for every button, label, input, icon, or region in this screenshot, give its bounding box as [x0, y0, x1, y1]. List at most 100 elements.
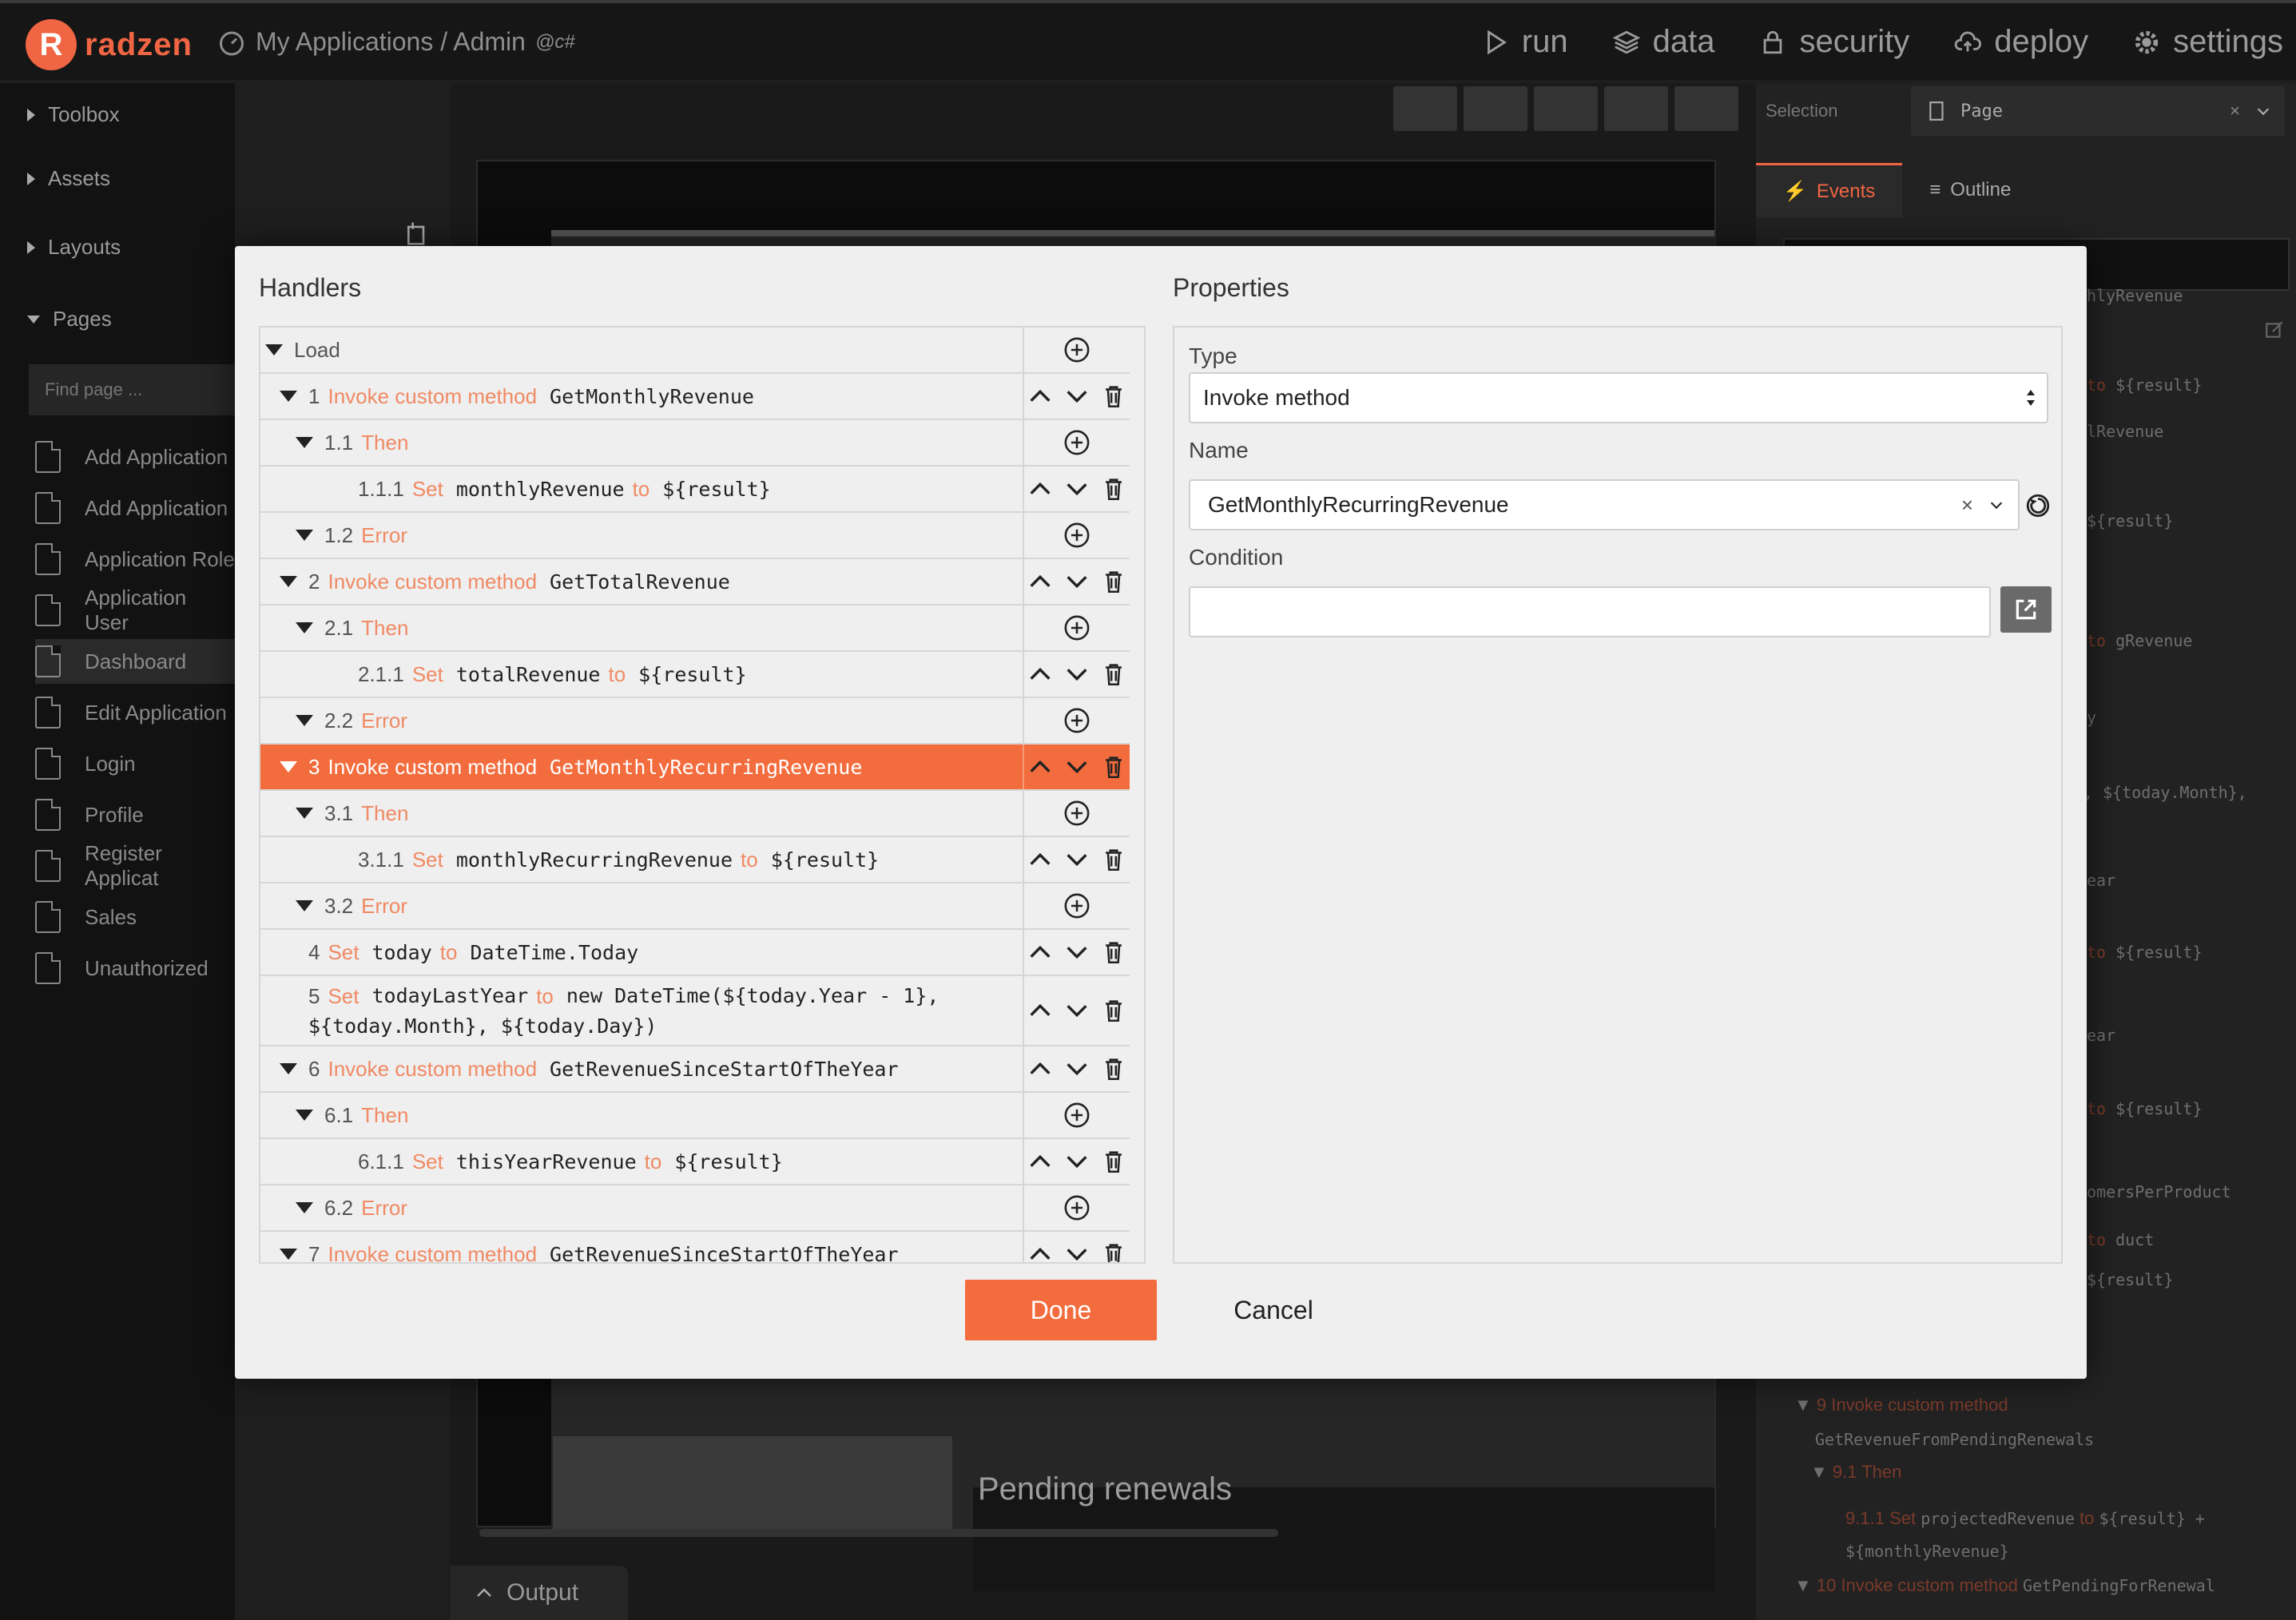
handler-row[interactable]: 2 Invoke custom method GetTotalRevenue	[260, 559, 1130, 606]
sidebar-page-item[interactable]: Register Applicat	[35, 841, 235, 890]
add-circle-icon[interactable]	[1063, 336, 1090, 363]
chevron-down-icon[interactable]	[1988, 496, 2005, 514]
add-layout-icon[interactable]	[404, 220, 430, 246]
add-circle-icon[interactable]	[1063, 800, 1090, 827]
trash-icon[interactable]	[1100, 383, 1127, 410]
collapse-icon[interactable]	[296, 1202, 313, 1213]
handler-row[interactable]: 6 Invoke custom method GetRevenueSinceStar…	[260, 1046, 1130, 1093]
nav-security[interactable]: security	[1759, 24, 1909, 60]
event-item-10[interactable]: ▼ 10 Invoke custom method GetPendingForR…	[1794, 1575, 2215, 1596]
move-down-icon[interactable]	[1063, 1055, 1090, 1082]
handler-row[interactable]: 3.1.1 Set monthlyRecurringRevenue to ${resul…	[260, 837, 1130, 883]
handler-row[interactable]: 1.1 Then	[260, 420, 1130, 467]
device-tablet-button[interactable]	[1534, 86, 1598, 131]
move-down-icon[interactable]	[1063, 475, 1090, 502]
device-laptop-button[interactable]	[1604, 86, 1668, 131]
event-item-9-1[interactable]: ▼ 9.1 Then	[1810, 1462, 1901, 1483]
edit-icon[interactable]	[2264, 320, 2285, 340]
selection-dropdown[interactable]: Page ×	[1911, 86, 2285, 136]
sidebar-page-item[interactable]: Unauthorized	[35, 946, 235, 991]
move-up-icon[interactable]	[1027, 383, 1054, 410]
add-circle-icon[interactable]	[1063, 707, 1090, 734]
collapse-icon[interactable]	[296, 1110, 313, 1121]
collapse-icon[interactable]	[265, 344, 283, 355]
sidebar-page-item[interactable]: Add Application	[35, 486, 235, 530]
move-up-icon[interactable]	[1027, 1055, 1054, 1082]
collapse-icon[interactable]	[280, 1249, 297, 1260]
type-select[interactable]: Invoke method	[1189, 372, 2048, 423]
handler-row[interactable]: 1.1.1 Set monthlyRevenue to ${result}	[260, 467, 1130, 513]
handler-row[interactable]: 1.2 Error	[260, 513, 1130, 559]
move-down-icon[interactable]	[1063, 846, 1090, 873]
trash-icon[interactable]	[1100, 475, 1127, 502]
move-up-icon[interactable]	[1027, 939, 1054, 966]
move-down-icon[interactable]	[1063, 661, 1090, 688]
collapse-icon[interactable]	[280, 761, 297, 772]
handler-row[interactable]: 1 Invoke custom method GetMonthlyRevenue	[260, 374, 1130, 420]
collapse-icon[interactable]	[280, 576, 297, 587]
chevron-down-icon[interactable]	[2254, 102, 2272, 120]
add-circle-icon[interactable]	[1063, 892, 1090, 919]
handler-row[interactable]: Load	[260, 328, 1130, 374]
trash-icon[interactable]	[1100, 997, 1127, 1024]
handler-row[interactable]: 6.2 Error	[260, 1185, 1130, 1232]
collapse-icon[interactable]	[296, 715, 313, 726]
trash-icon[interactable]	[1100, 1241, 1127, 1264]
add-circle-icon[interactable]	[1063, 614, 1090, 641]
add-circle-icon[interactable]	[1063, 522, 1090, 549]
move-down-icon[interactable]	[1063, 1148, 1090, 1175]
sidebar-section-pages[interactable]: Pages	[27, 307, 112, 332]
move-down-icon[interactable]	[1063, 997, 1090, 1024]
nav-deploy[interactable]: deploy	[1954, 24, 2088, 60]
move-up-icon[interactable]	[1027, 1241, 1054, 1264]
tab-events[interactable]: ⚡ Events	[1756, 163, 1903, 217]
move-down-icon[interactable]	[1063, 568, 1090, 595]
radzen-logo[interactable]: R radzen	[26, 19, 193, 70]
handler-row[interactable]: 6.1 Then	[260, 1093, 1130, 1139]
add-circle-icon[interactable]	[1063, 1194, 1090, 1221]
nav-run[interactable]: run	[1482, 24, 1568, 60]
trash-icon[interactable]	[1100, 939, 1127, 966]
collapse-icon[interactable]	[296, 808, 313, 819]
trash-icon[interactable]	[1100, 753, 1127, 780]
clear-icon[interactable]: ×	[1961, 493, 1973, 518]
nav-settings[interactable]: settings	[2133, 24, 2283, 60]
open-expression-button[interactable]	[2000, 586, 2052, 633]
device-phone-button[interactable]	[1393, 86, 1457, 131]
handler-row[interactable]: 2.1 Then	[260, 606, 1130, 652]
sidebar-page-item[interactable]: Add Application	[35, 435, 235, 479]
move-up-icon[interactable]	[1027, 475, 1054, 502]
sidebar-page-item[interactable]: Edit Application	[35, 690, 235, 735]
output-tab[interactable]: Output	[451, 1566, 628, 1620]
clear-icon[interactable]: ×	[2230, 101, 2240, 121]
event-item-9[interactable]: ▼ 9 Invoke custom method	[1794, 1395, 2008, 1416]
find-page-input[interactable]	[29, 364, 244, 415]
move-up-icon[interactable]	[1027, 753, 1054, 780]
move-up-icon[interactable]	[1027, 661, 1054, 688]
handler-row[interactable]: 3.2 Error	[260, 883, 1130, 930]
event-item-9-1-1[interactable]: 9.1.1 Set projectedRevenue to ${result} …	[1845, 1508, 2205, 1529]
cancel-button[interactable]: Cancel	[1178, 1280, 1369, 1340]
sidebar-page-item[interactable]: Dashboard	[35, 639, 236, 684]
name-dropdown[interactable]: GetMonthlyRecurringRevenue ×	[1189, 479, 2020, 530]
move-up-icon[interactable]	[1027, 846, 1054, 873]
move-up-icon[interactable]	[1027, 568, 1054, 595]
condition-input[interactable]	[1189, 586, 1991, 637]
collapse-icon[interactable]	[296, 437, 313, 448]
collapse-icon[interactable]	[280, 1063, 297, 1074]
device-phone-landscape-button[interactable]	[1464, 86, 1527, 131]
move-down-icon[interactable]	[1063, 1241, 1090, 1264]
sidebar-page-item[interactable]: Application User	[35, 586, 235, 634]
done-button[interactable]: Done	[965, 1280, 1157, 1340]
sidebar-page-item[interactable]: Sales	[35, 895, 235, 939]
move-down-icon[interactable]	[1063, 939, 1090, 966]
handler-row[interactable]: 3 Invoke custom method GetMonthlyRecurring…	[260, 744, 1130, 791]
sidebar-page-item[interactable]: Profile	[35, 792, 235, 837]
canvas-horizontal-scrollbar[interactable]	[479, 1529, 1278, 1537]
breadcrumb[interactable]: My Applications / Admin @c#	[217, 27, 575, 57]
handler-row[interactable]: 6.1.1 Set thisYearRevenue to ${result}	[260, 1139, 1130, 1185]
handler-row[interactable]: 7 Invoke custom method GetRevenueSinceStar…	[260, 1232, 1130, 1264]
sidebar-page-item[interactable]: Login	[35, 741, 235, 786]
add-circle-icon[interactable]	[1063, 1102, 1090, 1129]
sidebar-page-item[interactable]: Application Role	[35, 537, 235, 582]
